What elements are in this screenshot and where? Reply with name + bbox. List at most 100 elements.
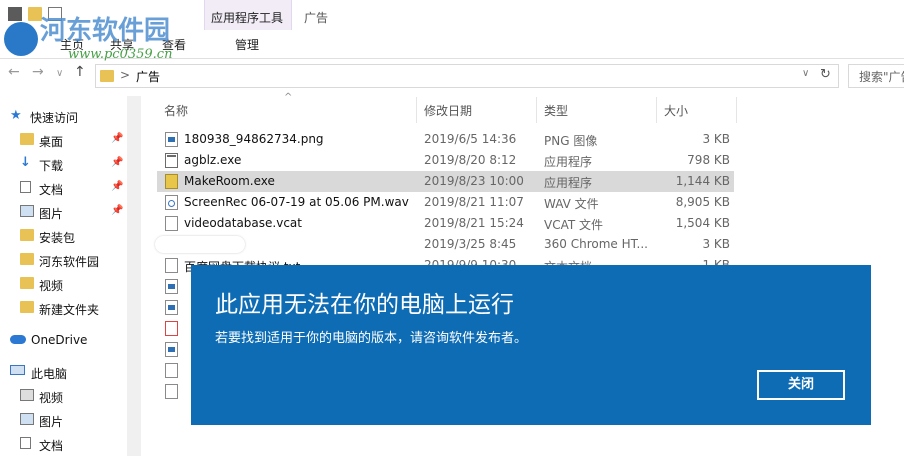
file-type: PNG 图像	[544, 134, 598, 148]
recent-dropdown-icon[interactable]: ∨	[56, 68, 63, 79]
file-row[interactable]: agblz.exe 2019/8/20 8:12 应用程序 798 KB	[157, 150, 734, 171]
file-size: 798 KB	[687, 153, 730, 167]
dialog-title: 此应用无法在你的电脑上运行	[215, 292, 514, 318]
sidebar-item-hedong[interactable]: 河东软件园	[0, 248, 127, 272]
folder-icon	[20, 133, 34, 145]
column-header-type[interactable]: 类型	[544, 102, 568, 119]
file-date: 2019/3/25 8:45	[424, 237, 517, 251]
sidebar-item-label: 视频	[39, 391, 64, 405]
document-icon	[20, 181, 31, 193]
app-cannot-run-dialog: 此应用无法在你的电脑上运行 若要找到适用于你的电脑的版本，请咨询软件发布者。 关…	[191, 265, 871, 425]
chrome-html-file-icon	[165, 321, 178, 336]
sidebar-item-label: 此电脑	[31, 367, 68, 381]
sidebar-item-desktop[interactable]: 桌面 📌	[0, 128, 127, 152]
tab-manage[interactable]: 管理	[204, 36, 290, 53]
sidebar-item-label: 文档	[39, 439, 64, 453]
folder-icon	[20, 301, 34, 313]
picture-icon	[20, 205, 34, 217]
file-row[interactable]: 2019/3/25 8:45 360 Chrome HT... 3 KB	[155, 234, 734, 255]
file-type: WAV 文件	[544, 197, 599, 211]
refresh-icon[interactable]: ↻	[820, 67, 831, 82]
file-date: 2019/6/5 14:36	[424, 132, 517, 146]
sidebar-item-documents-pc[interactable]: 文档	[0, 432, 127, 456]
folder-icon	[100, 70, 114, 82]
sidebar-item-label: 新建文件夹	[39, 303, 100, 317]
file-type: VCAT 文件	[544, 218, 604, 232]
folder-icon	[20, 277, 34, 289]
file-date: 2019/8/20 8:12	[424, 153, 517, 167]
image-file-icon	[165, 342, 178, 357]
video-icon	[20, 389, 34, 401]
search-placeholder: 搜索"广告	[859, 70, 904, 84]
context-group-title: 应用程序工具	[210, 11, 283, 25]
file-row[interactable]: 180938_94862734.png 2019/6/5 14:36 PNG 图…	[157, 129, 734, 150]
sidebar-scrollbar[interactable]	[127, 96, 141, 456]
sidebar-item-label: 视频	[39, 279, 64, 293]
sidebar-item-label: 桌面	[39, 135, 64, 149]
column-header-date[interactable]: 修改日期	[424, 102, 472, 119]
picture-icon	[20, 413, 34, 425]
watermark-brand: 河东软件园	[40, 16, 171, 46]
folder-icon	[20, 253, 34, 265]
close-button[interactable]: 关闭	[757, 370, 845, 400]
file-type: 360 Chrome HT...	[544, 237, 648, 251]
cloud-icon	[10, 335, 26, 344]
file-name: videodatabase.vcat	[184, 216, 302, 230]
column-header-name[interactable]: 名称	[164, 102, 188, 119]
sidebar-item-label: 河东软件园	[39, 255, 100, 269]
file-name: ScreenRec 06-07-19 at 05.06 PM.wav	[184, 195, 409, 209]
column-divider[interactable]	[736, 97, 737, 123]
sort-arrow-icon: ^	[284, 92, 293, 103]
sidebar-item-new-folder[interactable]: 新建文件夹	[0, 296, 127, 320]
image-file-icon	[165, 300, 178, 315]
document-icon	[20, 437, 31, 449]
audio-file-icon	[165, 195, 178, 210]
star-icon: ★	[10, 108, 22, 123]
file-date: 2019/8/21 11:07	[424, 195, 524, 209]
sidebar-item-this-pc[interactable]: 此电脑	[0, 360, 127, 384]
file-row-selected[interactable]: MakeRoom.exe 2019/8/23 10:00 应用程序 1,144 …	[157, 171, 734, 192]
sidebar-item-installers[interactable]: 安装包	[0, 224, 127, 248]
sidebar-item-videos-folder[interactable]: 视频	[0, 272, 127, 296]
file-row[interactable]: videodatabase.vcat 2019/8/21 15:24 VCAT …	[157, 213, 734, 234]
breadcrumb-location[interactable]: 广告	[136, 68, 160, 85]
file-size: 3 KB	[702, 132, 730, 146]
redacted-file-name	[155, 236, 245, 253]
column-divider[interactable]	[416, 97, 417, 123]
sidebar-item-pictures[interactable]: 图片 📌	[0, 200, 127, 224]
pin-icon: 📌	[111, 133, 124, 144]
up-arrow-icon[interactable]: ↑	[74, 64, 86, 80]
sidebar-item-videos[interactable]: 视频	[0, 384, 127, 408]
sidebar-item-pictures-pc[interactable]: 图片	[0, 408, 127, 432]
window-title: 广告	[304, 11, 329, 25]
column-divider[interactable]	[656, 97, 657, 123]
column-divider[interactable]	[536, 97, 537, 123]
sidebar-item-quick-access[interactable]: ★ 快速访问	[0, 104, 127, 128]
sidebar-item-label: 快速访问	[30, 111, 79, 125]
sidebar-item-label: OneDrive	[31, 333, 88, 347]
dialog-message: 若要找到适用于你的电脑的版本，请咨询软件发布者。	[215, 331, 528, 346]
text-file-icon	[165, 363, 178, 378]
text-file-icon	[165, 384, 178, 399]
address-bar[interactable]: > 广告 ∨ ↻	[95, 64, 839, 88]
chevron-down-icon[interactable]: ∨	[802, 68, 809, 79]
makeroom-app-icon	[165, 174, 178, 189]
quick-access-icon[interactable]	[8, 7, 22, 21]
file-row[interactable]: ScreenRec 06-07-19 at 05.06 PM.wav 2019/…	[157, 192, 734, 213]
forward-arrow-icon[interactable]: →	[32, 64, 44, 80]
sidebar-item-label: 图片	[39, 415, 64, 429]
column-header-size[interactable]: 大小	[664, 102, 688, 119]
sidebar-item-label: 文档	[39, 183, 64, 197]
sidebar-item-downloads[interactable]: ↓ 下载 📌	[0, 152, 127, 176]
back-arrow-icon[interactable]: ←	[8, 64, 20, 80]
pin-icon: 📌	[111, 157, 124, 168]
file-date: 2019/8/21 15:24	[424, 216, 524, 230]
download-arrow-icon: ↓	[20, 155, 31, 170]
text-file-icon	[165, 258, 178, 273]
sidebar-item-onedrive[interactable]: OneDrive	[0, 328, 127, 352]
file-type: 应用程序	[544, 176, 593, 190]
search-input[interactable]: 搜索"广告	[848, 64, 904, 88]
watermark-logo-icon	[4, 22, 38, 56]
image-file-icon	[165, 279, 178, 294]
sidebar-item-documents[interactable]: 文档 📌	[0, 176, 127, 200]
